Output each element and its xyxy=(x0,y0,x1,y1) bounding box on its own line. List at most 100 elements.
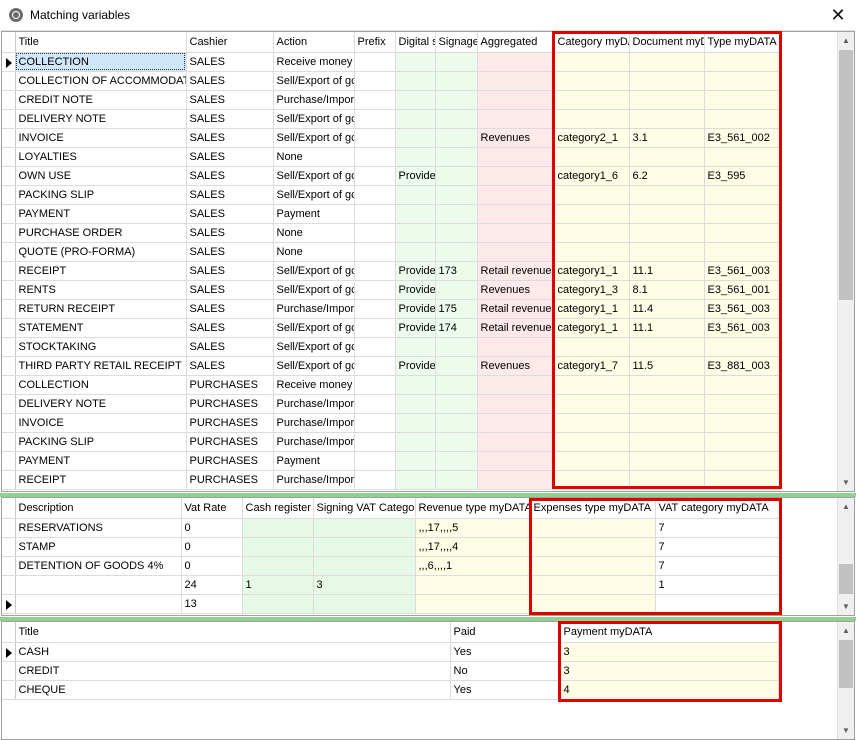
cell-type-mydata[interactable] xyxy=(704,109,781,129)
cell-digital-s[interactable] xyxy=(395,90,436,110)
cell-digital-s[interactable]: Provide xyxy=(395,299,436,319)
cell-prefix[interactable] xyxy=(354,375,396,395)
cell-digital-s[interactable] xyxy=(395,147,436,167)
cell-signage[interactable] xyxy=(435,432,478,452)
table-row[interactable]: DELIVERY NOTE SALES Sell/Export of gc xyxy=(2,109,781,129)
cell-action[interactable]: None xyxy=(273,223,355,243)
cell-type-mydata[interactable] xyxy=(704,223,781,243)
cell-action[interactable]: Sell/Export of gc xyxy=(273,166,355,186)
row-header[interactable] xyxy=(2,128,16,148)
cell-title[interactable]: PACKING SLIP xyxy=(15,185,187,205)
row-header[interactable] xyxy=(2,223,16,243)
cell-type-mydata[interactable] xyxy=(704,394,781,414)
cell-document-myd[interactable] xyxy=(629,375,705,395)
cell-title[interactable]: DELIVERY NOTE xyxy=(15,394,187,414)
cell-payment-mydata[interactable]: 3 xyxy=(560,642,779,662)
cell-document-myd[interactable] xyxy=(629,337,705,357)
cell-action[interactable]: None xyxy=(273,242,355,262)
column-header-action[interactable]: Action xyxy=(273,32,355,53)
scroll-up-icon[interactable]: ▲ xyxy=(838,32,854,49)
cell-signage[interactable] xyxy=(435,242,478,262)
table-row[interactable]: COLLECTION OF ACCOMMODATIO SALES Sell/Expo… xyxy=(2,71,781,91)
scroll-down-icon[interactable]: ▼ xyxy=(838,722,854,739)
cell-document-myd[interactable] xyxy=(629,185,705,205)
cell-action[interactable]: Sell/Export of gc xyxy=(273,318,355,338)
row-header[interactable] xyxy=(2,375,16,395)
cell-description[interactable] xyxy=(15,594,182,614)
cell-cashier[interactable]: PURCHASES xyxy=(186,394,274,414)
cell-cashier[interactable]: SALES xyxy=(186,90,274,110)
cell-digital-s[interactable] xyxy=(395,470,436,490)
table-row[interactable]: PAYMENT PURCHASES Payment xyxy=(2,451,781,471)
cell-cashier[interactable]: SALES xyxy=(186,128,274,148)
cell-signage[interactable]: 173 xyxy=(435,261,478,281)
cell-aggregated[interactable] xyxy=(477,470,555,490)
table-row[interactable]: DETENTION OF GOODS 4% 0 ,,,6,,,,1 7 xyxy=(2,556,780,576)
cell-prefix[interactable] xyxy=(354,318,396,338)
column-header-signing-vat-catego[interactable]: Signing VAT Catego xyxy=(313,498,416,519)
cell-revenue-type-mydata[interactable] xyxy=(415,594,531,614)
cell-aggregated[interactable] xyxy=(477,52,555,72)
cell-prefix[interactable] xyxy=(354,71,396,91)
cell-prefix[interactable] xyxy=(354,432,396,452)
cell-document-myd[interactable]: 11.1 xyxy=(629,261,705,281)
cell-type-mydata[interactable] xyxy=(704,337,781,357)
cell-title[interactable]: CREDIT NOTE xyxy=(15,90,187,110)
cell-vat-rate[interactable]: 13 xyxy=(181,594,243,614)
row-header[interactable] xyxy=(2,280,16,300)
cell-category-myda[interactable] xyxy=(554,223,630,243)
row-header[interactable] xyxy=(2,575,16,595)
cell-signing-vat-catego[interactable] xyxy=(313,556,416,576)
table-row[interactable]: PAYMENT SALES Payment xyxy=(2,204,781,224)
cell-vat-category-mydata[interactable]: 1 xyxy=(655,575,780,595)
cell-cashier[interactable]: SALES xyxy=(186,204,274,224)
cell-vat-rate[interactable]: 24 xyxy=(181,575,243,595)
cell-digital-s[interactable] xyxy=(395,242,436,262)
cell-cash-register[interactable] xyxy=(242,556,314,576)
cell-cashier[interactable]: SALES xyxy=(186,52,274,72)
cell-signage[interactable] xyxy=(435,337,478,357)
table-row[interactable]: RECEIPT SALES Sell/Export of gc Provide 173 R… xyxy=(2,261,781,281)
column-header-vat-rate[interactable]: Vat Rate xyxy=(181,498,243,519)
cell-document-myd[interactable] xyxy=(629,52,705,72)
cell-action[interactable]: None xyxy=(273,147,355,167)
cell-document-myd[interactable] xyxy=(629,242,705,262)
cell-category-myda[interactable] xyxy=(554,185,630,205)
cell-aggregated[interactable] xyxy=(477,413,555,433)
cell-cashier[interactable]: SALES xyxy=(186,109,274,129)
cell-aggregated[interactable] xyxy=(477,375,555,395)
column-header-document-myd[interactable]: Document myD xyxy=(629,32,705,53)
cell-type-mydata[interactable]: E3_561_003 xyxy=(704,318,781,338)
cell-title[interactable]: LOYALTIES xyxy=(15,147,187,167)
row-header[interactable] xyxy=(2,242,16,262)
cell-prefix[interactable] xyxy=(354,185,396,205)
row-header[interactable] xyxy=(2,356,16,376)
cell-digital-s[interactable] xyxy=(395,337,436,357)
cell-prefix[interactable] xyxy=(354,166,396,186)
cell-signage[interactable] xyxy=(435,394,478,414)
row-header[interactable] xyxy=(2,556,16,576)
cell-vat-category-mydata[interactable]: 7 xyxy=(655,556,780,576)
row-header[interactable] xyxy=(2,470,16,490)
cell-signage[interactable]: 175 xyxy=(435,299,478,319)
cell-cash-register[interactable] xyxy=(242,518,314,538)
cell-vat-rate[interactable]: 0 xyxy=(181,537,243,557)
table-row[interactable]: STOCKTAKING SALES Sell/Export of gc xyxy=(2,337,781,357)
cell-action[interactable]: Sell/Export of gc xyxy=(273,280,355,300)
cell-aggregated[interactable] xyxy=(477,90,555,110)
column-header-revenue-type-mydata[interactable]: Revenue type myDATA xyxy=(415,498,531,519)
cell-signage[interactable] xyxy=(435,280,478,300)
column-header-expenses-type-mydata[interactable]: Expenses type myDATA xyxy=(530,498,656,519)
cell-title[interactable]: PAYMENT xyxy=(15,204,187,224)
cell-signage[interactable] xyxy=(435,375,478,395)
table-row[interactable]: STATEMENT SALES Sell/Export of gc Provide 17… xyxy=(2,318,781,338)
cell-document-myd[interactable]: 6.2 xyxy=(629,166,705,186)
cell-document-myd[interactable] xyxy=(629,470,705,490)
row-header[interactable] xyxy=(2,166,16,186)
cell-vat-category-mydata[interactable]: 7 xyxy=(655,537,780,557)
cell-signage[interactable] xyxy=(435,147,478,167)
cell-document-myd[interactable]: 11.1 xyxy=(629,318,705,338)
cell-cashier[interactable]: SALES xyxy=(186,318,274,338)
cell-description[interactable]: DETENTION OF GOODS 4% xyxy=(15,556,182,576)
cell-prefix[interactable] xyxy=(354,128,396,148)
